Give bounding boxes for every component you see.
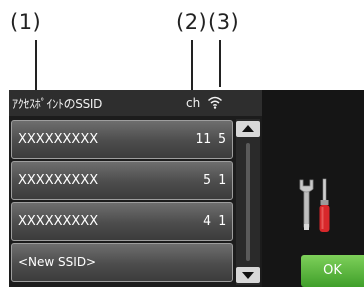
- list-scrollbar[interactable]: [236, 119, 260, 285]
- list-header: ｱｸｾｽﾎﾟｲﾝﾄのSSID ch: [9, 90, 262, 116]
- ssid-row[interactable]: XXXXXXXXX 4 1: [11, 202, 233, 241]
- wifi-signal-icon: [207, 96, 223, 109]
- ssid-signal: 1: [218, 173, 226, 188]
- callout-2-leader-line: [191, 40, 193, 90]
- callout-1: (1): [10, 10, 42, 34]
- callout-2: (2): [176, 10, 208, 34]
- side-panel: OK: [262, 90, 364, 287]
- ssid-row[interactable]: XXXXXXXXX 5 1: [11, 161, 233, 200]
- channel-column-label: ch: [186, 96, 201, 110]
- ssid-name: XXXXXXXXX: [18, 214, 99, 229]
- callout-3: (3): [208, 10, 240, 34]
- ok-button[interactable]: OK: [301, 255, 364, 287]
- scroll-up-icon: [242, 125, 254, 132]
- ssid-name: XXXXXXXXX: [18, 132, 99, 147]
- callout-3-leader-line: [219, 40, 221, 87]
- callout-1-leader-line: [35, 40, 37, 92]
- scroll-down-icon: [242, 272, 254, 279]
- wrench-screwdriver-icon[interactable]: [294, 176, 340, 234]
- scroll-up-button[interactable]: [236, 121, 260, 137]
- ssid-channel: 4: [203, 214, 211, 229]
- lcd-screen: ｱｸｾｽﾎﾟｲﾝﾄのSSID ch XXXXXXXXX 11 5 XXXXXXX…: [9, 90, 364, 287]
- ssid-channel: 11: [195, 132, 211, 147]
- ssid-signal: 5: [218, 132, 226, 147]
- new-ssid-row[interactable]: <New SSID>: [11, 243, 233, 282]
- ssid-channel: 5: [203, 173, 211, 188]
- header-title: ｱｸｾｽﾎﾟｲﾝﾄのSSID: [12, 97, 103, 111]
- scroll-track[interactable]: [246, 143, 250, 261]
- ssid-signal: 1: [218, 214, 226, 229]
- ssid-row[interactable]: XXXXXXXXX 11 5: [11, 120, 233, 159]
- new-ssid-label: <New SSID>: [18, 255, 97, 269]
- scroll-down-button[interactable]: [236, 267, 260, 283]
- ssid-name: XXXXXXXXX: [18, 173, 99, 188]
